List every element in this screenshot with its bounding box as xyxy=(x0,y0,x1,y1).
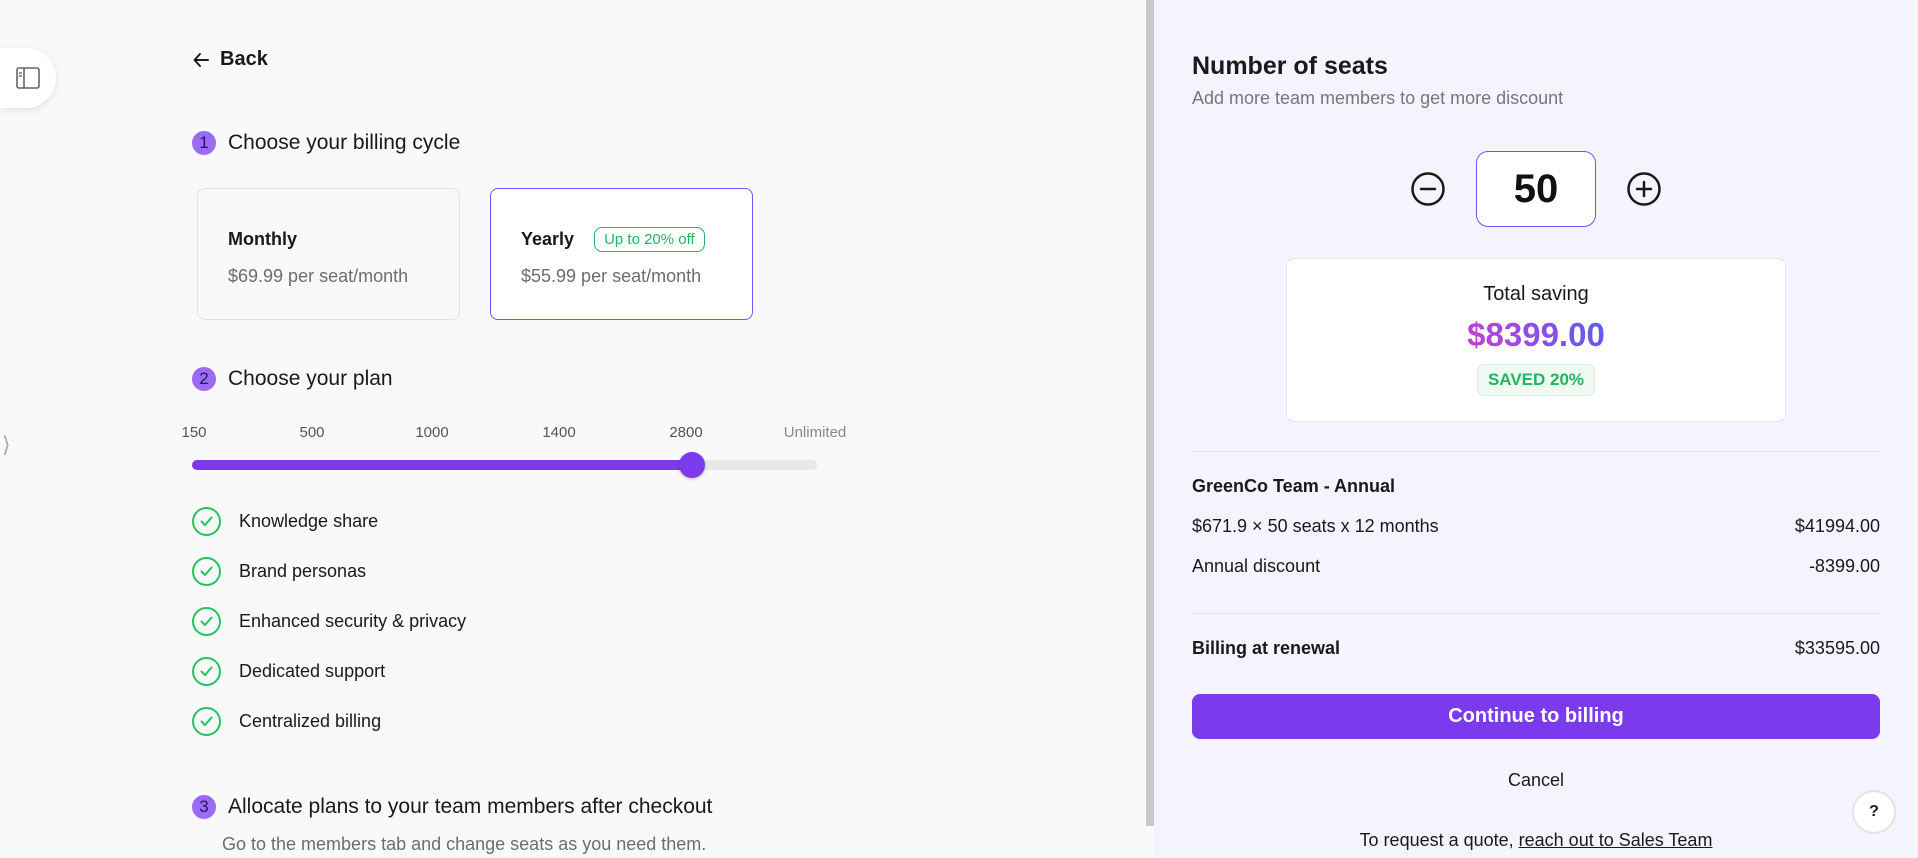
step-title: Choose your plan xyxy=(228,367,393,390)
billing-option-yearly[interactable]: Yearly Up to 20% off $55.99 per seat/mon… xyxy=(490,188,753,320)
check-circle-icon xyxy=(192,657,221,686)
billing-option-price: $55.99 per seat/month xyxy=(521,266,702,286)
help-button[interactable]: ? xyxy=(1852,790,1896,834)
feature-label: Centralized billing xyxy=(239,711,382,731)
slider-tick-label: 150 xyxy=(181,424,207,441)
request-quote-text: To request a quote, reach out to Sales T… xyxy=(1192,830,1880,851)
summary-plan-name: GreenCo Team - Annual xyxy=(1192,476,1396,496)
saved-percent-badge: SAVED 20% xyxy=(1476,364,1596,396)
billing-at-renewal-label: Billing at renewal xyxy=(1192,638,1341,658)
check-circle-icon xyxy=(192,707,221,736)
summary-line: $671.9 × 50 seats x 12 months $41994.00 xyxy=(1192,516,1880,537)
plus-circle-icon xyxy=(1627,172,1661,206)
plan-slider-ticks: 150 500 1000 1400 2800 Unlimited xyxy=(0,424,900,444)
feature-item: Enhanced security & privacy xyxy=(192,607,466,636)
slider-tick-label: Unlimited xyxy=(783,424,847,441)
feature-label: Knowledge share xyxy=(239,511,379,531)
billing-at-renewal-row: Billing at renewal $33595.00 xyxy=(1192,638,1880,659)
step-title: Allocate plans to your team members afte… xyxy=(228,795,713,818)
billing-option-name: Monthly xyxy=(228,228,297,249)
decrement-seats-button[interactable] xyxy=(1409,170,1447,208)
step-3-heading: 3 Allocate plans to your team members af… xyxy=(192,795,712,819)
slider-tick-label: 500 xyxy=(299,424,325,441)
sales-team-link[interactable]: reach out to Sales Team xyxy=(1519,830,1713,850)
sidebar-toggle-button[interactable] xyxy=(0,48,56,108)
divider xyxy=(1192,451,1880,452)
step-number: 2 xyxy=(192,367,216,391)
summary-line: Annual discount -8399.00 xyxy=(1192,556,1880,577)
feature-label: Enhanced security & privacy xyxy=(239,611,467,631)
seats-title: Number of seats xyxy=(1192,52,1388,80)
total-saving-amount: $8399.00 xyxy=(1467,316,1605,353)
cancel-button[interactable]: Cancel xyxy=(1192,770,1880,791)
summary-line-label: $671.9 × 50 seats x 12 months xyxy=(1192,516,1439,536)
seats-subtitle: Add more team members to get more discou… xyxy=(1192,88,1564,108)
check-circle-icon xyxy=(192,557,221,586)
step-3-subtitle: Go to the members tab and change seats a… xyxy=(222,834,707,854)
check-circle-icon xyxy=(192,607,221,636)
panel-scrollbar[interactable] xyxy=(1146,0,1154,826)
slider-tick-label: 2800 xyxy=(669,424,703,441)
step-2-heading: 2 Choose your plan xyxy=(192,367,393,391)
plan-configuration-panel: ⟩ Back 1 Choose your billing cycle Month… xyxy=(0,0,1146,858)
step-number: 3 xyxy=(192,795,216,819)
billing-at-renewal-value: $33595.00 xyxy=(1794,638,1880,658)
billing-option-name: Yearly xyxy=(521,228,575,249)
feature-label: Brand personas xyxy=(239,561,367,581)
plan-slider-fill xyxy=(192,460,692,470)
step-1-heading: 1 Choose your billing cycle xyxy=(192,131,460,155)
slider-tick-label: 1400 xyxy=(542,424,576,441)
summary-line-value: -8399.00 xyxy=(1808,556,1880,576)
continue-to-billing-button[interactable]: Continue to billing xyxy=(1192,694,1880,739)
slider-tick-label: 1000 xyxy=(415,424,449,441)
feature-item: Knowledge share xyxy=(192,507,378,536)
back-button[interactable]: Back xyxy=(192,48,268,71)
feature-item: Dedicated support xyxy=(192,657,385,686)
step-title: Choose your billing cycle xyxy=(228,131,461,154)
check-circle-icon xyxy=(192,507,221,536)
total-saving-card: Total saving $8399.00 SAVED 20% xyxy=(1286,258,1786,422)
increment-seats-button[interactable] xyxy=(1625,170,1663,208)
divider xyxy=(1192,613,1880,614)
plan-slider[interactable] xyxy=(192,452,817,478)
summary-line-label: Annual discount xyxy=(1192,556,1321,576)
total-saving-label: Total saving xyxy=(1483,283,1589,305)
arrow-left-icon xyxy=(193,52,209,67)
minus-circle-icon xyxy=(1411,172,1445,206)
billing-option-monthly[interactable]: Monthly $69.99 per seat/month xyxy=(197,188,460,320)
summary-line-value: $41994.00 xyxy=(1794,516,1880,536)
feature-item: Centralized billing xyxy=(192,707,381,736)
discount-badge: Up to 20% off xyxy=(594,226,705,252)
step-number: 1 xyxy=(192,131,216,155)
seat-count-input[interactable]: 50 xyxy=(1476,151,1596,227)
plan-slider-thumb[interactable] xyxy=(679,452,705,478)
feature-item: Brand personas xyxy=(192,557,366,586)
quote-prefix: To request a quote, xyxy=(1359,830,1519,850)
billing-option-price: $69.99 per seat/month xyxy=(228,266,409,286)
back-label: Back xyxy=(220,48,268,70)
sidebar-toggle-icon xyxy=(16,67,40,89)
feature-label: Dedicated support xyxy=(239,661,386,681)
